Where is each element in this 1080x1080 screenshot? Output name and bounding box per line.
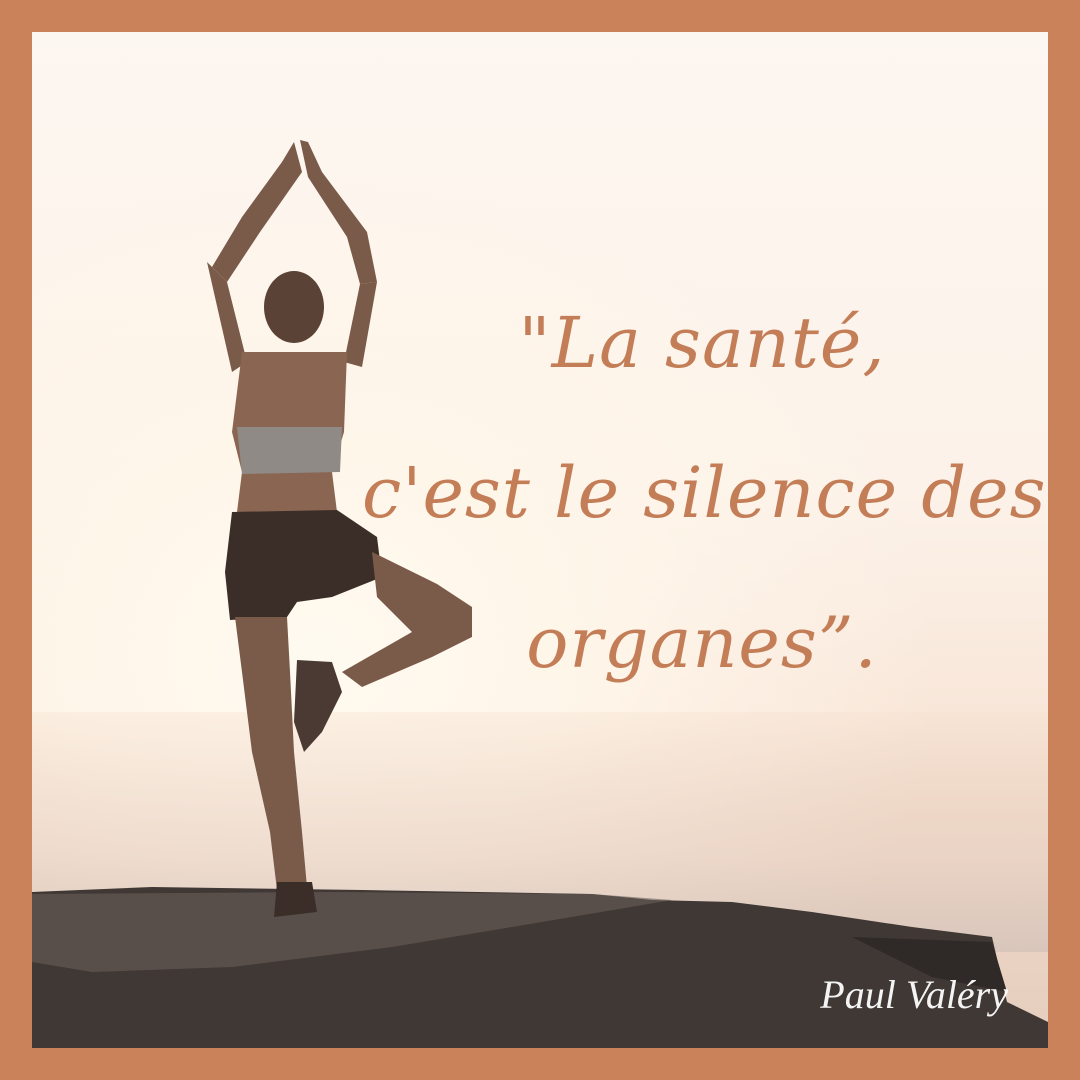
quote-line-3: organes”. <box>526 602 878 684</box>
yoga-beach-photo: "La santé, c'est le silence des organes”… <box>32 32 1048 1048</box>
quote-text: "La santé, c'est le silence des organes”… <box>362 268 1047 718</box>
quote-line-1: "La santé, <box>518 302 886 384</box>
poster-frame: "La santé, c'est le silence des organes”… <box>0 0 1080 1080</box>
quote-line-2: c'est le silence des <box>362 452 1047 534</box>
author-signature: Paul Valéry <box>820 972 1008 1017</box>
